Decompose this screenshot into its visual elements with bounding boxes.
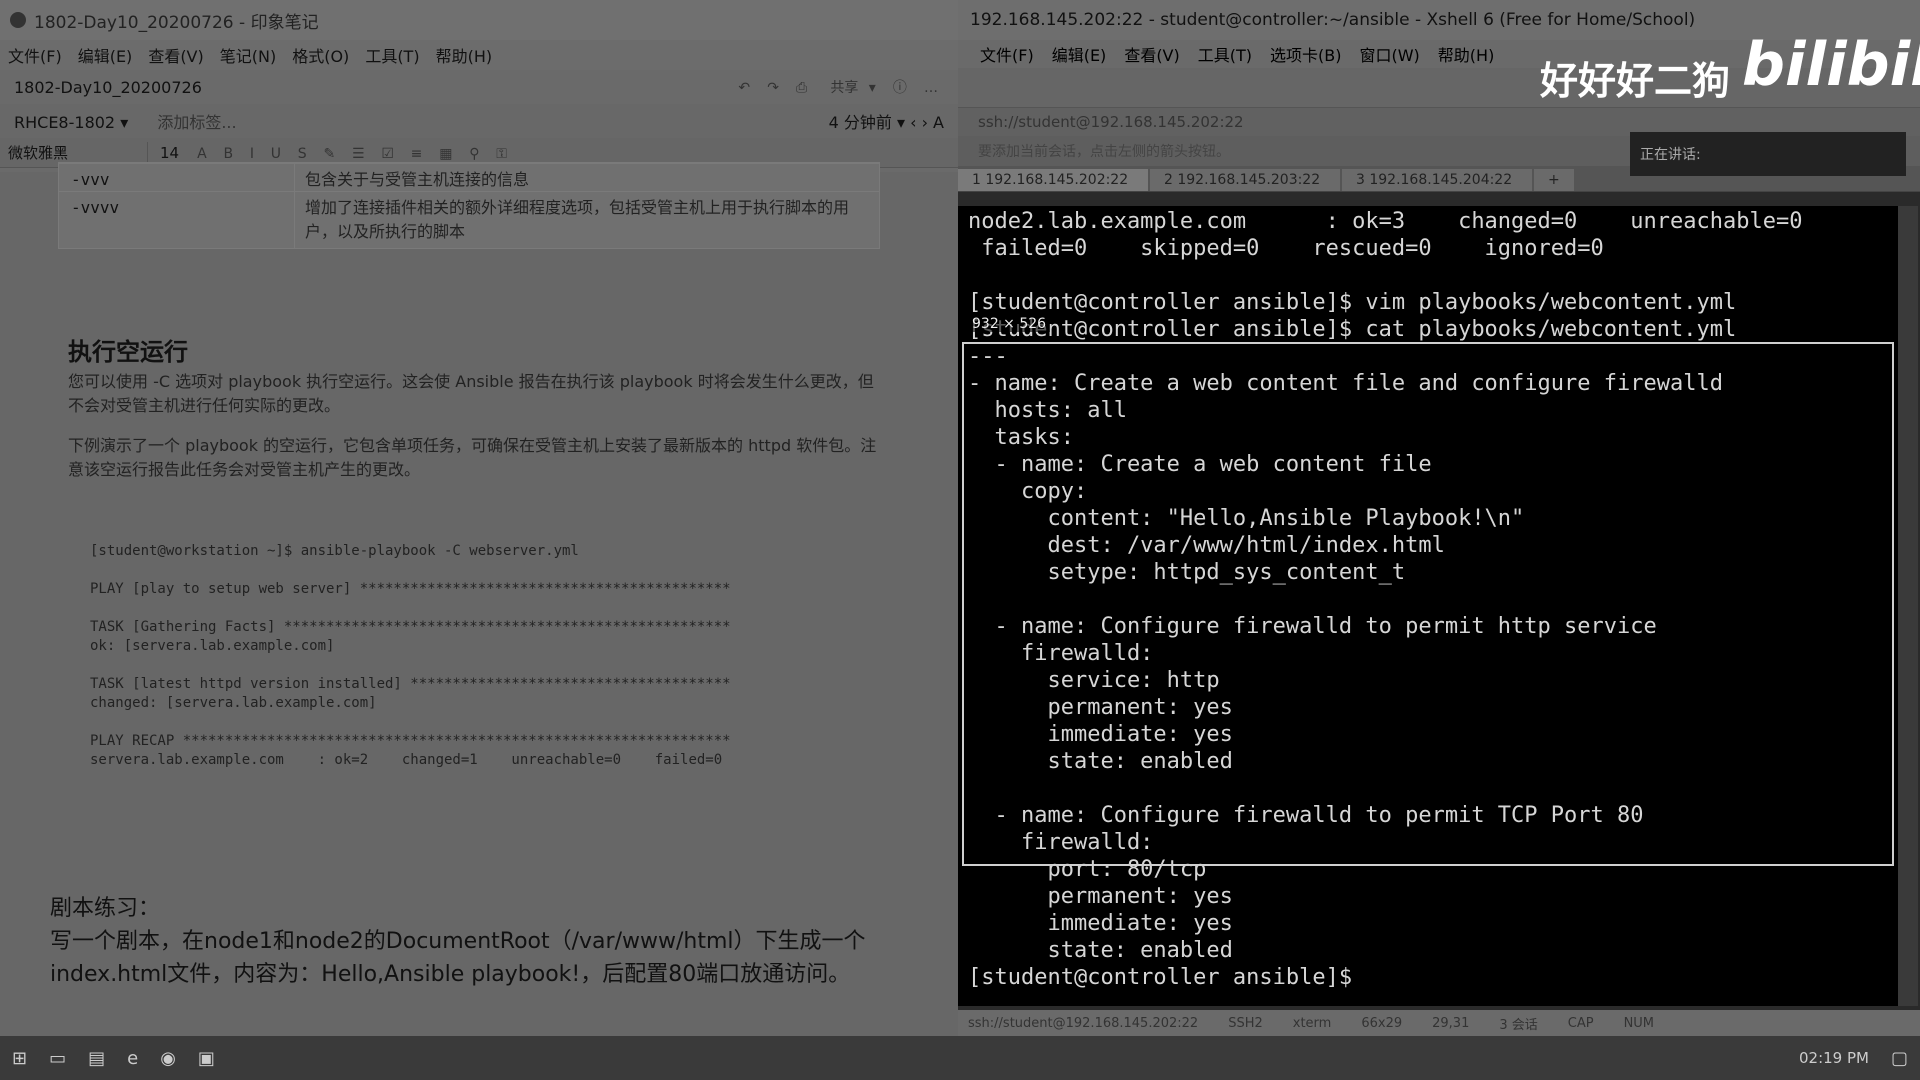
browser-icon[interactable]: e	[127, 1048, 138, 1069]
share-button[interactable]: 共享 ▾	[824, 77, 875, 97]
table-icon[interactable]: ▦	[439, 146, 452, 162]
menu-file[interactable]: 文件(F)	[980, 42, 1034, 66]
section-heading: 执行空运行	[68, 338, 188, 366]
menu-tools[interactable]: 工具(T)	[1198, 42, 1252, 66]
share-label: 共享	[830, 80, 859, 96]
italic-icon[interactable]: I	[250, 146, 254, 162]
table-cell-desc: 增加了连接插件相关的额外详细程度选项，包括受管主机上用于执行脚本的用户，以及所执…	[305, 198, 850, 241]
status-protocol: SSH2	[1228, 1015, 1263, 1031]
speaking-indicator: 正在讲话:	[1630, 132, 1906, 176]
note-title[interactable]: 1802-Day10_20200726	[14, 78, 202, 97]
bilibili-logo: bilibili	[1742, 30, 1920, 100]
print-icon[interactable]: ⎙	[796, 80, 807, 96]
terminal-scrollbar[interactable]	[1898, 206, 1918, 1006]
note-toolbar: ↶ ↷ ⎙ 共享 ▾ ⓘ …	[732, 77, 944, 97]
tab-session-3[interactable]: 3 192.168.145.204:22	[1342, 169, 1532, 191]
table-cell-option: -vvv	[59, 164, 295, 191]
taskbar: ⊞ ▭ ▤ e ◉ ▣ 02:19 PM ▢	[0, 1036, 1920, 1080]
menu-tools[interactable]: 工具(T)	[365, 43, 419, 67]
terminal-app-icon[interactable]: ▣	[198, 1048, 215, 1069]
checkbox-icon[interactable]: ☑	[381, 146, 394, 162]
tab-session-2[interactable]: 2 192.168.145.203:22	[1150, 169, 1340, 191]
menu-help[interactable]: 帮助(H)	[436, 43, 493, 67]
windows-start-icon[interactable]: ⊞	[12, 1048, 27, 1069]
menu-tabs[interactable]: 选项卡(B)	[1270, 42, 1341, 66]
menu-note[interactable]: 笔记(N)	[220, 43, 276, 67]
bold-icon[interactable]: B	[223, 146, 233, 162]
window-title: 1802-Day10_20200726 - 印象笔记	[34, 12, 319, 33]
font-size-selector[interactable]: 14	[160, 144, 179, 162]
redo-icon[interactable]: ↷	[767, 80, 779, 96]
table-cell-option: -vvvv	[59, 192, 295, 248]
menu-format[interactable]: 格式(O)	[292, 43, 349, 67]
app-icon	[10, 12, 26, 28]
underline-icon[interactable]: U	[271, 146, 281, 162]
table-row: -vvvv 增加了连接插件相关的额外详细程度选项，包括受管主机上用于执行脚本的用…	[59, 191, 879, 248]
options-table: -vvv 包含关于与受管主机连接的信息 -vvvv 增加了连接插件相关的额外详细…	[58, 162, 880, 249]
exercise-title: 剧本练习：	[50, 896, 161, 921]
title-bar: 1802-Day10_20200726 - 印象笔记	[0, 0, 958, 40]
status-num: NUM	[1623, 1015, 1655, 1031]
file-explorer-icon[interactable]: ▤	[88, 1048, 105, 1069]
align-icon[interactable]: ≡	[411, 146, 423, 162]
status-address: ssh://student@192.168.145.202:22	[968, 1015, 1199, 1031]
task-view-icon[interactable]: ▭	[49, 1048, 66, 1069]
note-body: -vvv 包含关于与受管主机连接的信息 -vvvv 增加了连接插件相关的额外详细…	[0, 162, 958, 1036]
paragraph-1: 您可以使用 -C 选项对 playbook 执行空运行。这会使 Ansible …	[68, 372, 874, 415]
address-text: ssh://student@192.168.145.202:22	[978, 113, 1244, 131]
format-icons: A B I U S ✎ ☰ ☑ ≡ ▦ ⚲ ⚿	[191, 144, 513, 162]
clock[interactable]: 02:19 PM	[1799, 1049, 1869, 1067]
terminal[interactable]: node2.lab.example.com : ok=3 changed=0 u…	[958, 206, 1898, 1006]
app-icon[interactable]: ◉	[160, 1048, 176, 1069]
status-cursor: 29,31	[1432, 1015, 1470, 1031]
paragraph-2: 下例演示了一个 playbook 的空运行，它包含单项任务，可确保在受管主机上安…	[68, 436, 877, 479]
undo-icon[interactable]: ↶	[738, 80, 750, 96]
status-bar: ssh://student@192.168.145.202:22 SSH2 xt…	[958, 1010, 1920, 1036]
menu-edit[interactable]: 编辑(E)	[1052, 42, 1107, 66]
window-title: 192.168.145.202:22 - student@controller:…	[970, 10, 1696, 30]
notebook-selector[interactable]: RHCE8-1802	[14, 113, 115, 132]
menu-window[interactable]: 窗口(W)	[1359, 42, 1419, 66]
menu-help[interactable]: 帮助(H)	[1438, 42, 1495, 66]
paragraph: 您可以使用 -C 选项对 playbook 执行空运行。这会使 Ansible …	[68, 370, 888, 482]
add-tag[interactable]: 添加标签...	[157, 113, 236, 132]
highlight-icon[interactable]: ✎	[323, 146, 335, 162]
watermark: 好好好二狗	[1540, 59, 1731, 103]
lock-icon[interactable]: ⚿	[496, 146, 507, 162]
status-cap: CAP	[1567, 1015, 1594, 1031]
evernote-window: 1802-Day10_20200726 - 印象笔记 文件(F) 编辑(E) 查…	[0, 0, 958, 1036]
table-cell-desc: 包含关于与受管主机连接的信息	[305, 170, 530, 189]
tab-session-1[interactable]: 1 192.168.145.202:22	[958, 169, 1148, 191]
menu-bar: 文件(F) 编辑(E) 查看(V) 笔记(N) 格式(O) 工具(T) 帮助(H…	[0, 40, 958, 70]
modified-time: 4 分钟前	[828, 113, 892, 132]
font-selector[interactable]: 微软雅黑	[8, 142, 148, 163]
status-size: 66x29	[1361, 1015, 1403, 1031]
strike-icon[interactable]: S	[298, 146, 307, 162]
menu-file[interactable]: 文件(F)	[8, 43, 62, 67]
text-color-icon[interactable]: A	[197, 146, 207, 162]
add-tab-button[interactable]: +	[1534, 169, 1574, 191]
selection-size-label: 932 × 526	[968, 316, 1051, 332]
hint-text: 要添加当前会话，点击左侧的箭头按钮。	[978, 144, 1230, 160]
status-term: xterm	[1292, 1015, 1332, 1031]
more-icon[interactable]: …	[924, 80, 938, 96]
menu-view[interactable]: 查看(V)	[148, 43, 203, 67]
status-sessions: 3 会话	[1499, 1017, 1538, 1033]
notification-icon[interactable]: ▢	[1891, 1048, 1908, 1069]
menu-edit[interactable]: 编辑(E)	[78, 43, 133, 67]
menu-view[interactable]: 查看(V)	[1124, 42, 1179, 66]
exercise-body: 写一个剧本，在node1和node2的DocumentRoot（/var/www…	[50, 929, 866, 987]
code-block: [student@workstation ~]$ ansible-playboo…	[90, 543, 731, 768]
info-icon[interactable]: ⓘ	[893, 77, 907, 97]
note-header: 1802-Day10_20200726 ↶ ↷ ⎙ 共享 ▾ ⓘ …	[0, 70, 958, 104]
table-row: -vvv 包含关于与受管主机连接的信息	[59, 163, 879, 191]
list-icon[interactable]: ☰	[352, 146, 365, 162]
link-icon[interactable]: ⚲	[469, 146, 479, 162]
exercise: 剧本练习： 写一个剧本，在node1和node2的DocumentRoot（/v…	[50, 892, 890, 991]
notebook-row: RHCE8-1802 ▾ 添加标签... 4 分钟前 ▾ ‹ › A	[0, 104, 958, 138]
